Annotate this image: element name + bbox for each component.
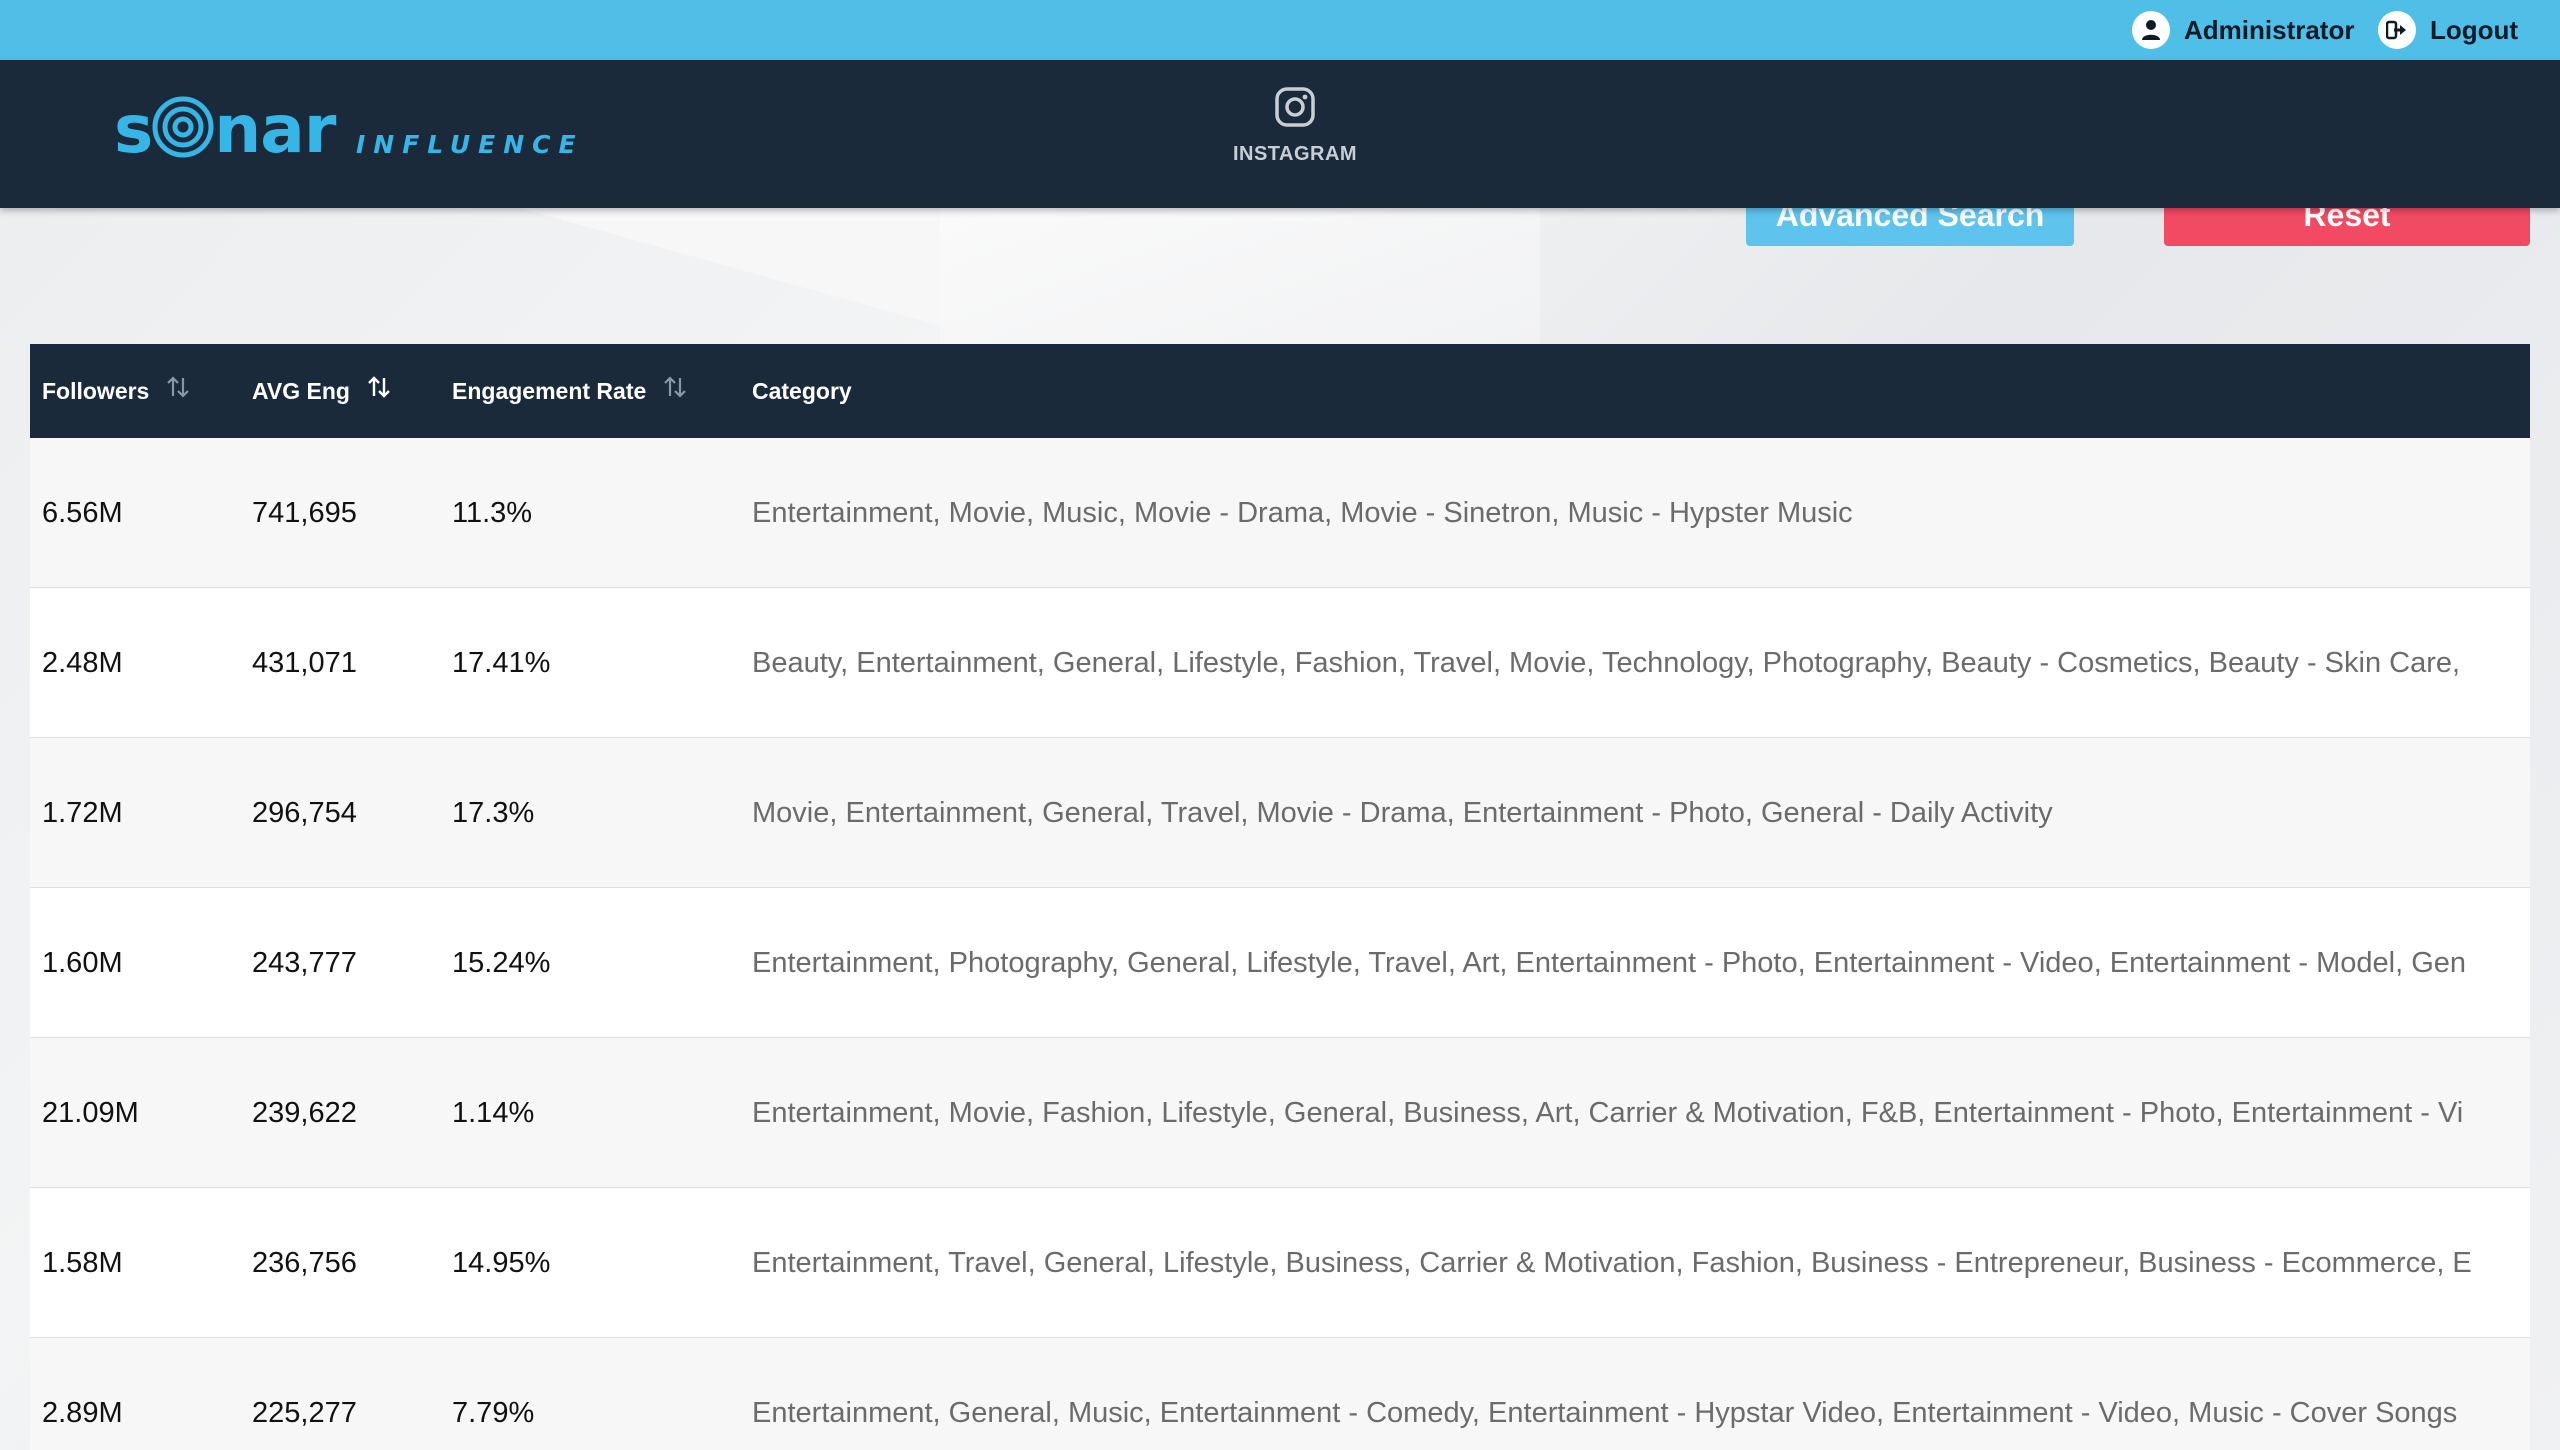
table-header: Followers AVG Eng Engagement Rate Catego…	[30, 344, 2530, 438]
sort-icon	[664, 376, 687, 398]
engagement-rate-cell: 7.79%	[452, 1396, 535, 1429]
followers-cell: 1.58M	[42, 1246, 123, 1279]
category-cell: Entertainment, Movie, Music, Movie - Dra…	[752, 496, 1853, 529]
table-row[interactable]: 1.72M 296,754 17.3% Movie, Entertainment…	[30, 738, 2530, 888]
category-cell: Entertainment, Photography, General, Lif…	[752, 946, 2467, 979]
followers-cell: 21.09M	[42, 1096, 139, 1129]
avg-eng-cell: 741,695	[252, 496, 357, 529]
top-utility-bar: Administrator Logout	[0, 0, 2560, 60]
followers-cell: 2.48M	[42, 646, 123, 679]
logo-target-icon	[152, 96, 214, 158]
user-name: Administrator	[2184, 14, 2355, 45]
sonar-logo[interactable]: s nar	[114, 91, 336, 168]
avg-eng-cell: 243,777	[252, 946, 357, 979]
main-header: s nar INFLUENCE INSTAGRAM	[0, 60, 2560, 208]
page: Administrator Logout s nar INFLUENCE INS…	[0, 0, 2560, 1450]
influencer-table: Followers AVG Eng Engagement Rate Catego…	[30, 344, 2530, 1450]
column-header-avg-eng[interactable]: AVG Eng	[252, 344, 392, 438]
engagement-rate-cell: 17.41%	[452, 646, 551, 679]
category-cell: Beauty, Entertainment, General, Lifestyl…	[752, 646, 2461, 679]
background-shape	[940, 208, 1540, 348]
table-row[interactable]: 2.48M 431,071 17.41% Beauty, Entertainme…	[30, 588, 2530, 738]
logout-icon	[2378, 11, 2416, 49]
avg-eng-cell: 239,622	[252, 1096, 357, 1129]
logout-button[interactable]: Logout	[2378, 0, 2518, 60]
avg-eng-cell: 225,277	[252, 1396, 357, 1429]
engagement-rate-cell: 14.95%	[452, 1246, 551, 1279]
category-cell: Movie, Entertainment, General, Travel, M…	[752, 796, 2053, 829]
engagement-rate-cell: 15.24%	[452, 946, 551, 979]
followers-cell: 6.56M	[42, 496, 123, 529]
instagram-icon	[1275, 87, 1315, 127]
column-header-engagement-rate[interactable]: Engagement Rate	[452, 344, 688, 438]
logout-label: Logout	[2430, 14, 2519, 45]
engagement-rate-cell: 11.3%	[452, 496, 533, 529]
sort-icon	[167, 376, 190, 398]
engagement-rate-cell: 17.3%	[452, 796, 535, 829]
category-cell: Entertainment, Travel, General, Lifestyl…	[752, 1246, 2472, 1279]
category-cell: Entertainment, General, Music, Entertain…	[752, 1396, 2458, 1429]
nav-instagram[interactable]: INSTAGRAM	[1230, 86, 1360, 166]
column-header-category: Category	[752, 377, 852, 404]
table-row[interactable]: 21.09M 239,622 1.14% Entertainment, Movi…	[30, 1038, 2530, 1188]
nav-instagram-label: INSTAGRAM	[1232, 143, 1358, 165]
avg-eng-cell: 431,071	[252, 646, 357, 679]
engagement-rate-cell: 1.14%	[452, 1096, 535, 1129]
avg-eng-cell: 296,754	[252, 796, 357, 829]
category-cell: Entertainment, Movie, Fashion, Lifestyle…	[752, 1096, 2464, 1129]
followers-cell: 1.60M	[42, 946, 123, 979]
user-menu[interactable]: Administrator	[2132, 0, 2354, 60]
table-row[interactable]: 2.89M 225,277 7.79% Entertainment, Gener…	[30, 1338, 2530, 1450]
avg-eng-cell: 236,756	[252, 1246, 357, 1279]
logo-text: s nar	[114, 91, 336, 168]
sort-icon	[368, 376, 390, 398]
table-row[interactable]: 1.60M 243,777 15.24% Entertainment, Phot…	[30, 888, 2530, 1038]
followers-cell: 2.89M	[42, 1396, 123, 1429]
user-icon	[2132, 11, 2170, 49]
table-row[interactable]: 1.58M 236,756 14.95% Entertainment, Trav…	[30, 1188, 2530, 1338]
column-header-followers[interactable]: Followers	[42, 344, 191, 438]
table-row[interactable]: 6.56M 741,695 11.3% Entertainment, Movie…	[30, 438, 2530, 588]
logo-subtitle: INFLUENCE	[356, 130, 584, 159]
followers-cell: 1.72M	[42, 796, 123, 829]
